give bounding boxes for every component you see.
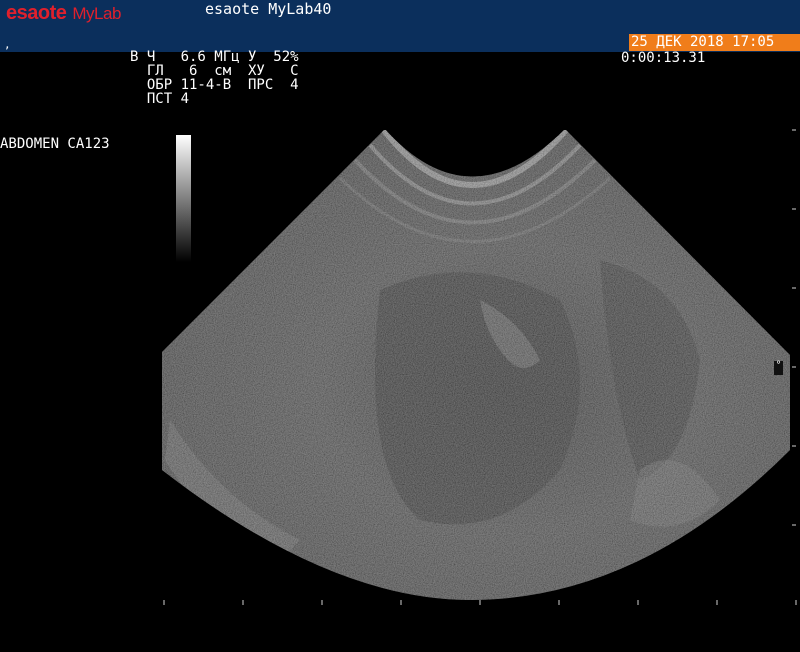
ultrasound-image bbox=[162, 128, 797, 605]
focus-marker: ° bbox=[774, 361, 783, 375]
depth-scale bbox=[163, 600, 797, 605]
